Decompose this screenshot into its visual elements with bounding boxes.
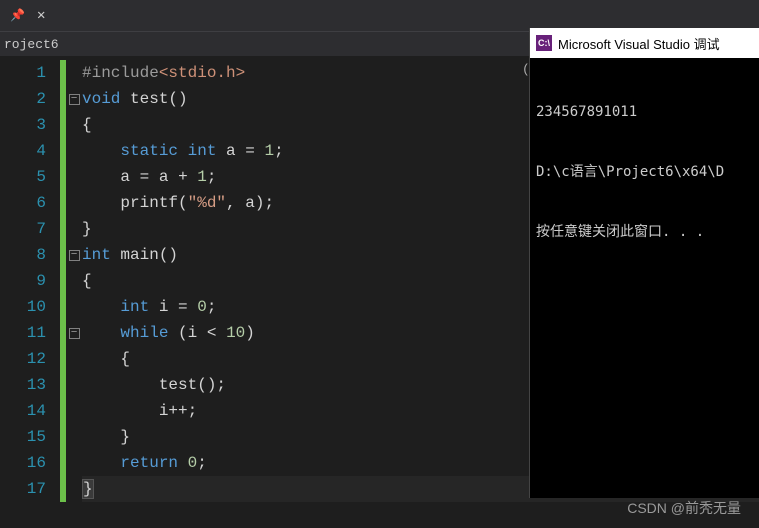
line-number-gutter: 1 2 3 4 5 6 7 8 9 10 11 12 13 14 15 16 1… — [0, 56, 60, 528]
console-output[interactable]: 234567891011 D:\c语言\Project6\x64\D 按任意键关… — [530, 58, 759, 286]
fold-toggle[interactable]: − — [66, 242, 82, 268]
fold-toggle[interactable]: − — [66, 86, 82, 112]
scope-dropdown[interactable]: roject6 — [0, 37, 59, 52]
console-title-text: Microsoft Visual Studio 调试 — [558, 34, 720, 53]
console-titlebar[interactable]: C:\ Microsoft Visual Studio 调试 — [530, 28, 759, 58]
fold-gutter: − − − — [66, 56, 82, 528]
fold-toggle[interactable]: − — [66, 320, 82, 346]
close-icon[interactable]: ✕ — [31, 7, 51, 24]
watermark: CSDN @前秃无量 — [627, 498, 741, 518]
pin-icon[interactable]: 📌 — [4, 8, 31, 23]
vs-icon: C:\ — [536, 35, 552, 51]
debug-console-window: C:\ Microsoft Visual Studio 调试 234567891… — [529, 28, 759, 498]
